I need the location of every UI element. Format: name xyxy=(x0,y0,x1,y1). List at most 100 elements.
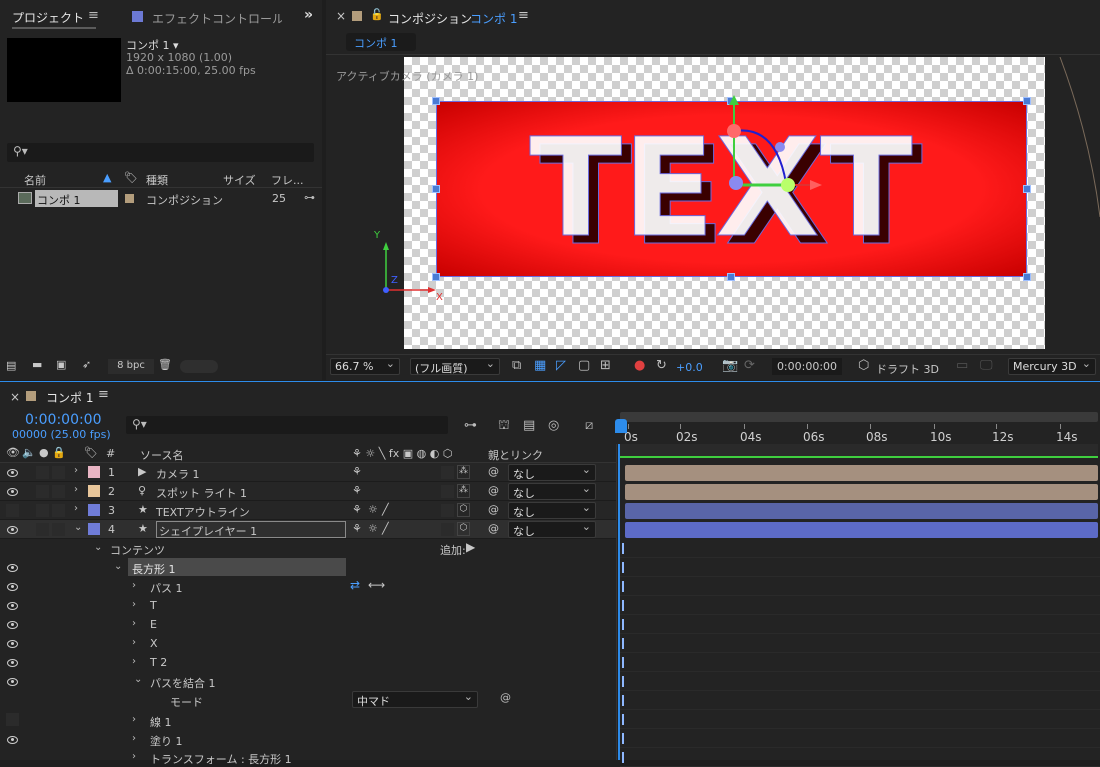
solo-toggle[interactable] xyxy=(36,485,49,498)
subtab-comp[interactable]: コンポ 1 xyxy=(346,33,416,51)
mask-path-icon[interactable]: ◸ xyxy=(556,358,566,373)
property-label[interactable]: T 2 xyxy=(150,656,167,669)
eye-icon[interactable] xyxy=(7,602,18,610)
layer-bar-2[interactable] xyxy=(625,484,1098,500)
eye-icon[interactable] xyxy=(7,621,18,629)
chevron-right-icon[interactable]: › xyxy=(132,618,136,629)
layer-name[interactable]: カメラ 1 xyxy=(156,466,200,482)
layer-name[interactable]: シェイプレイヤー 1 xyxy=(156,521,346,538)
chevron-right-icon[interactable]: › xyxy=(74,503,78,514)
exposure-reset-icon[interactable]: ↻ xyxy=(656,358,667,373)
switch-box[interactable] xyxy=(441,504,454,517)
property-row-2[interactable]: › E xyxy=(0,615,616,634)
playhead-handle[interactable] xyxy=(615,419,627,433)
draft3d-icon[interactable]: ⬡ xyxy=(858,358,869,373)
chevron-right-icon[interactable]: › xyxy=(132,656,136,667)
interpret-footage-icon[interactable]: ▤ xyxy=(6,359,16,372)
parent-dropdown[interactable]: なし xyxy=(508,501,596,519)
zoom-dropdown[interactable]: 66.7 % xyxy=(330,357,400,375)
draft3d-label[interactable]: ドラフト 3D xyxy=(876,361,939,377)
eye-icon[interactable] xyxy=(7,659,18,667)
handle-mr[interactable] xyxy=(1023,185,1031,193)
property-label[interactable]: X xyxy=(150,637,158,650)
col-frame[interactable]: フレ... xyxy=(271,172,304,188)
renderer-dropdown[interactable]: Mercury 3D xyxy=(1008,357,1096,375)
eye-toggle-empty[interactable] xyxy=(6,504,19,517)
parent-dropdown[interactable]: なし xyxy=(508,463,596,481)
col-size[interactable]: サイズ xyxy=(223,172,256,188)
layer-name[interactable]: TEXTアウトライン xyxy=(156,504,250,520)
solo-toggle[interactable] xyxy=(36,466,49,479)
graph-editor-icon[interactable]: ⧄ xyxy=(585,418,593,433)
col-source-name[interactable]: ソース名 xyxy=(140,447,183,463)
layer-row-1[interactable]: › 1 ▶ カメラ 1 ⚘ ⁂ @ なし xyxy=(0,463,616,482)
layer-row-4[interactable]: ⌄ 4 ★ シェイプレイヤー 1 ⚘ ☼ ╱ ⬡ @ なし xyxy=(0,520,616,539)
lock-toggle[interactable] xyxy=(52,485,65,498)
timeline-menu-icon[interactable]: ≡ xyxy=(98,387,109,402)
layer-label-swatch[interactable] xyxy=(88,504,100,516)
3d-cube-icon[interactable]: ⬡ xyxy=(457,522,470,536)
chevron-down-icon[interactable]: ⌄ xyxy=(134,674,142,685)
path-reverse-icon[interactable]: ⟷ xyxy=(368,578,385,592)
parent-dropdown[interactable]: なし xyxy=(508,520,596,538)
handle-bc[interactable] xyxy=(727,273,735,281)
playhead-line[interactable] xyxy=(618,444,620,760)
tab-project[interactable]: プロジェクト xyxy=(12,9,84,26)
eye-icon[interactable] xyxy=(7,583,18,591)
switch-box[interactable] xyxy=(441,485,454,498)
flowchart-icon[interactable]: ⊶ xyxy=(304,191,315,204)
expression-spiral-icon[interactable]: @ xyxy=(500,691,511,704)
header-solo-icon[interactable]: ● xyxy=(39,446,49,459)
layer-row-3[interactable]: › 3 ★ TEXTアウトライン ⚘ ☼ ╱ ⬡ @ なし xyxy=(0,501,616,520)
new-folder-icon[interactable]: ▬ xyxy=(32,358,42,371)
header-label-icon[interactable]: 🏷 xyxy=(84,446,98,459)
layer-name[interactable]: スポット ライト 1 xyxy=(156,485,247,501)
property-label[interactable]: パスを結合 1 xyxy=(150,675,216,691)
pick-whip-icon[interactable]: @ xyxy=(488,465,499,478)
trash-icon[interactable]: 🗑 xyxy=(158,358,172,371)
header-audio-icon[interactable]: 🔈 xyxy=(22,446,36,459)
viewer-tab-comp[interactable]: コンポ 1 xyxy=(470,10,517,27)
grid-guides-icon[interactable]: ⊞ xyxy=(600,358,611,373)
property-label[interactable]: E xyxy=(150,618,157,631)
col-parent[interactable]: 親とリンク xyxy=(488,447,543,463)
chevron-right-icon[interactable]: › xyxy=(132,637,136,648)
search-input[interactable]: ⚲▾ xyxy=(7,143,314,162)
chevron-down-icon[interactable]: ⌄ xyxy=(114,561,122,572)
eye-icon[interactable] xyxy=(7,640,18,648)
views-icon[interactable]: ▭ xyxy=(956,358,968,373)
header-eye-icon[interactable]: 👁 xyxy=(6,446,20,459)
fast-preview-icon[interactable]: ⧉ xyxy=(512,358,521,373)
property-row-5[interactable]: ⌄ パスを結合 1 xyxy=(0,672,616,691)
add-button-icon[interactable]: ▶ xyxy=(466,540,475,554)
handle-tl[interactable] xyxy=(432,97,440,105)
collapse-switch-icon[interactable]: ☼ xyxy=(368,503,378,516)
layer-bar-4[interactable] xyxy=(625,522,1098,538)
handle-tr[interactable] xyxy=(1023,97,1031,105)
chevron-down-icon[interactable]: ⌄ xyxy=(94,542,102,553)
panel-menu-icon[interactable]: ≡ xyxy=(88,8,99,23)
exposure-value[interactable]: +0.0 xyxy=(676,361,703,374)
shy-switch-icon[interactable]: ⚘ xyxy=(352,484,362,497)
region-interest-icon[interactable]: ▢ xyxy=(578,358,590,373)
eye-toggle-empty[interactable] xyxy=(6,713,19,726)
monitor-icon[interactable]: 🖵 xyxy=(980,358,993,373)
shy-layers-icon[interactable]: ⛫ xyxy=(498,418,510,435)
lock-icon[interactable]: 🔓 xyxy=(370,8,384,21)
pick-whip-icon[interactable]: @ xyxy=(488,484,499,497)
layer-label-swatch[interactable] xyxy=(88,523,100,535)
rect-group-label[interactable]: 長方形 1 xyxy=(132,561,176,577)
layer-row-2[interactable]: › 2 ♀ スポット ライト 1 ⚘ ⁂ @ なし xyxy=(0,482,616,501)
timeline-search-input[interactable]: ⚲▾ xyxy=(126,416,448,434)
property-label[interactable]: T xyxy=(150,599,157,612)
timeline-tab[interactable]: コンポ 1 xyxy=(46,389,93,406)
eye-icon[interactable] xyxy=(7,488,18,496)
frame-blend-icon[interactable]: ▤ xyxy=(523,418,535,433)
eye-icon[interactable] xyxy=(7,678,18,686)
eye-icon[interactable] xyxy=(7,564,18,572)
layer-bar-1[interactable] xyxy=(625,465,1098,481)
mode-dropdown[interactable]: 中マド xyxy=(352,690,478,708)
pick-whip-icon[interactable]: @ xyxy=(488,522,499,535)
quality-switch-icon[interactable]: ╱ xyxy=(382,503,389,516)
viewer-tab-title[interactable]: コンポジション xyxy=(388,10,472,27)
